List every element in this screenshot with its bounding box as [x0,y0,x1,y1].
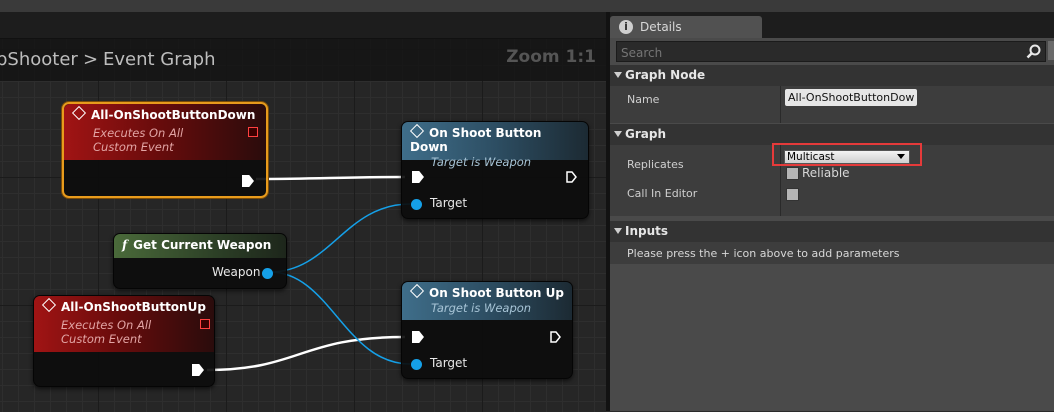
search-input[interactable] [617,44,1015,62]
section-title: Graph [625,127,666,141]
target-pin[interactable] [411,359,422,370]
node-subtitle: Target is Weapon [431,301,532,315]
node-title: On Shoot Button Up [429,286,564,300]
exec-out-pin[interactable] [242,175,254,187]
pin-label: Target [430,356,468,370]
event-graph-canvas[interactable]: pShooter > Event Graph Zoom 1:1 All-OnSh… [0,38,606,412]
pin-label: Target [430,196,468,210]
event-icon [71,105,87,121]
property-label: Replicates [627,158,684,171]
exec-out-pin[interactable] [192,364,204,376]
function-icon: f [122,238,128,252]
node-title: Get Current Weapon [133,238,272,252]
property-label: Name [627,93,660,106]
details-tab-bar: i Details [610,12,1054,38]
function-node-shoot-up[interactable]: On Shoot Button Up Target is Weapon Targ… [401,281,573,379]
name-field[interactable]: All-OnShootButtonDow [785,89,918,106]
pin-label: Weapon [212,265,261,279]
details-tab-label: Details [640,20,682,34]
property-row-name: Name All-OnShootButtonDow [610,86,1054,123]
get-current-weapon-node[interactable]: f Get Current Weapon Weapon [113,233,287,289]
details-panel: i Details Graph Node Name All-OnShootBut… [610,12,1054,411]
exec-out-pin[interactable] [566,171,577,183]
inputs-hint: Please press the + icon above to add par… [627,247,900,260]
scrollbar-thumb[interactable] [1048,41,1054,60]
search-icon[interactable] [1026,44,1041,59]
weapon-output-pin[interactable] [262,268,273,279]
node-subtitle: Target is Weapon [431,155,532,169]
event-node-shoot-up[interactable]: All-OnShootButtonUp Executes On All Cust… [33,295,215,387]
property-label: Call In Editor [627,187,698,200]
event-node-shoot-down[interactable]: All-OnShootButtonDown Executes On All Cu… [62,102,268,198]
tab-strip [0,12,612,38]
section-inputs[interactable]: Inputs [610,221,1054,242]
section-title: Graph Node [625,68,706,82]
node-title: All-OnShootButtonUp [61,300,206,314]
event-icon [41,297,57,313]
exec-out-pin[interactable] [550,331,561,343]
info-icon: i [619,20,633,34]
data-wire-target-up [269,271,411,365]
details-tab[interactable]: i Details [610,16,762,38]
call-in-editor-checkbox[interactable] [786,188,799,201]
node-subtitle: Custom Event [61,332,142,346]
checkbox-label: Reliable [802,166,850,180]
node-subtitle: Custom Event [93,140,174,154]
replication-icon [248,127,258,137]
node-subtitle: Executes On All [93,126,184,140]
section-graph-node[interactable]: Graph Node [610,65,1054,86]
node-subtitle: Executes On All [61,318,152,332]
search-box[interactable] [616,41,1046,62]
exec-wire-down [255,175,406,181]
function-icon [409,283,425,299]
replication-icon [200,319,210,329]
column-divider [780,86,781,123]
highlight-annotation [772,143,922,166]
reliable-checkbox[interactable] [786,167,799,180]
function-icon [409,123,425,139]
top-strip [0,0,1054,12]
section-graph[interactable]: Graph [610,124,1054,145]
data-wire-target-down [269,203,411,273]
chevron-down-icon [614,131,622,137]
chevron-down-icon [614,228,622,234]
node-title: All-OnShootButtonDown [91,108,256,122]
chevron-down-icon [614,72,622,78]
section-title: Inputs [625,224,669,238]
exec-in-pin[interactable] [412,331,424,343]
exec-in-pin[interactable] [412,171,424,183]
node-title: On Shoot Button Down [410,126,542,154]
target-pin[interactable] [411,199,422,210]
inputs-hint-row: Please press the + icon above to add par… [610,242,1054,264]
function-node-shoot-down[interactable]: On Shoot Button Down Target is Weapon Ta… [401,121,589,219]
